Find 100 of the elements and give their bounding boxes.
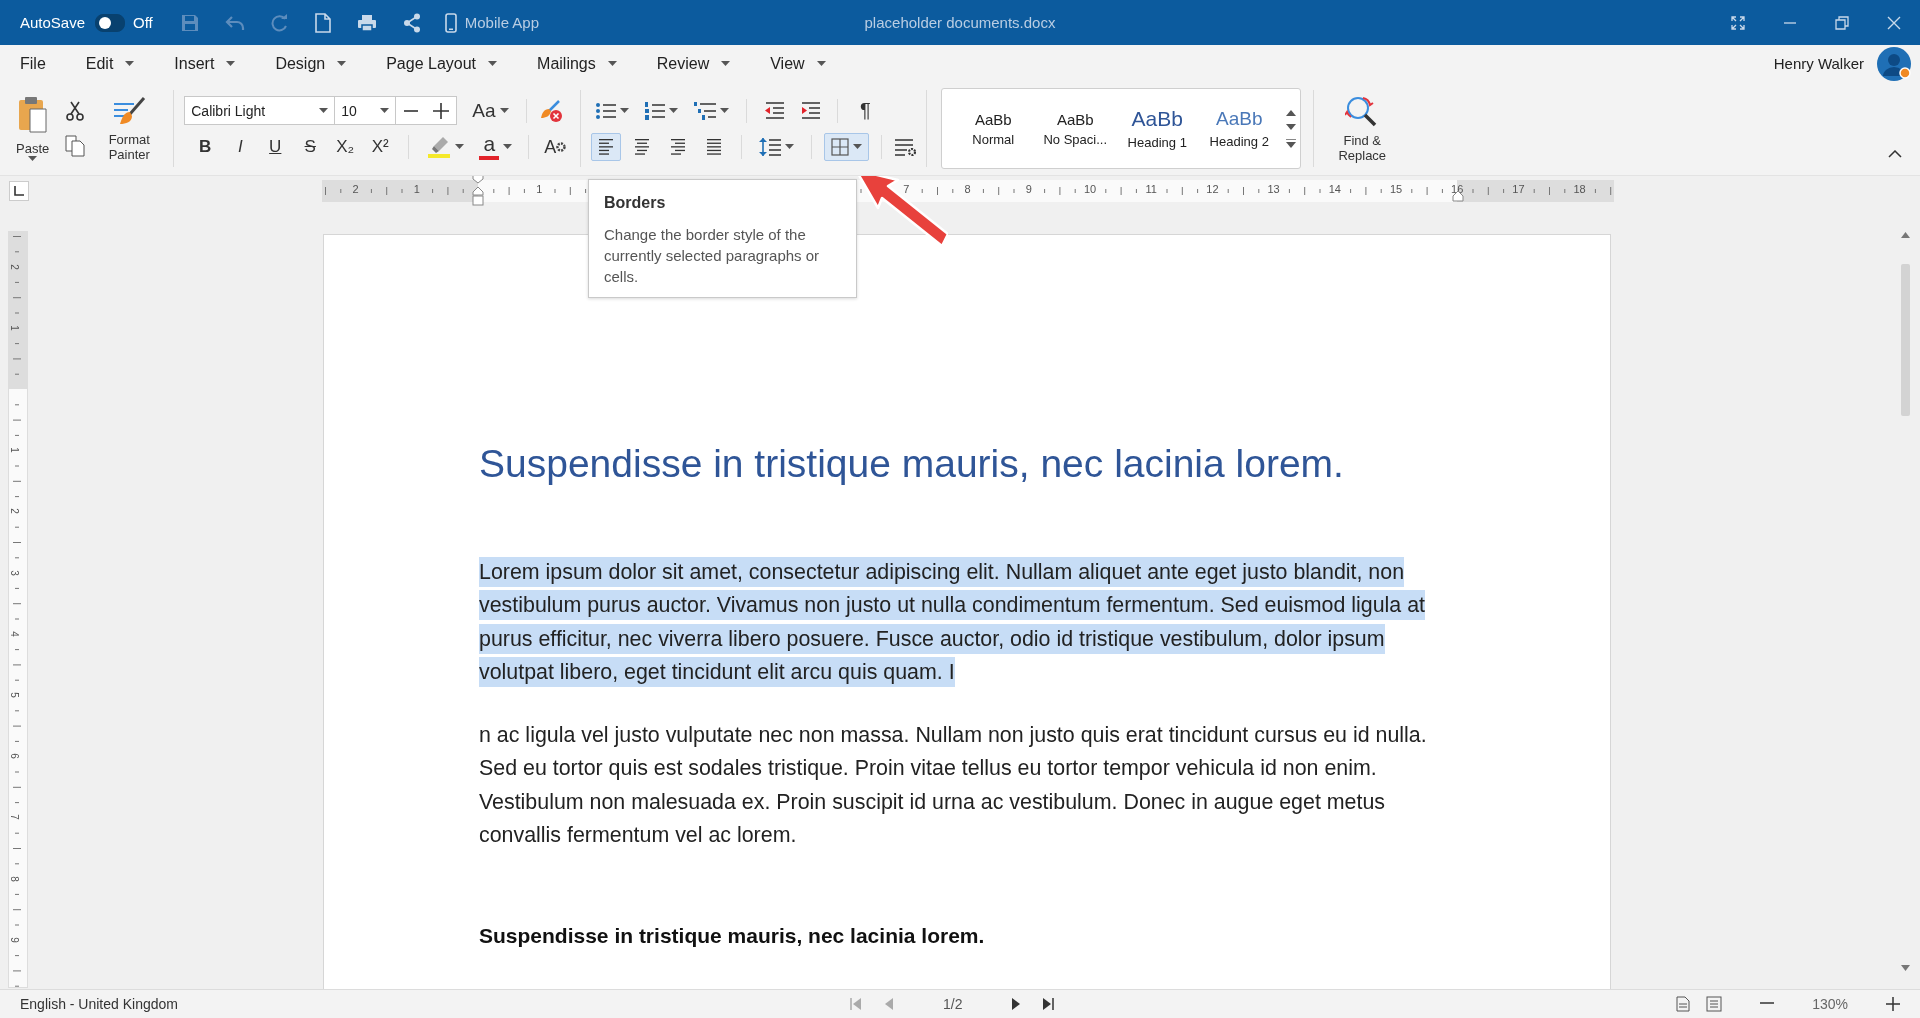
paragraph-settings-icon[interactable] <box>894 137 917 156</box>
ruler-number: 11 <box>1145 183 1157 195</box>
italic-button[interactable]: I <box>225 133 256 161</box>
subscript-button[interactable]: X₂ <box>330 133 361 161</box>
caret-icon[interactable] <box>28 156 38 162</box>
caret-icon[interactable] <box>721 60 731 67</box>
gear-icon <box>556 142 567 152</box>
caret-icon[interactable] <box>319 107 329 114</box>
autosave-toggle[interactable] <box>95 13 126 32</box>
indent-marker[interactable] <box>472 176 484 208</box>
caret-icon[interactable] <box>853 143 863 150</box>
text-effects-button[interactable]: A <box>540 133 571 161</box>
bold-button[interactable]: B <box>190 133 221 161</box>
ruler-number: 13 <box>1267 183 1280 195</box>
close-icon[interactable] <box>1887 15 1901 30</box>
caret-icon[interactable] <box>503 144 513 150</box>
menu-item[interactable]: File <box>10 50 56 77</box>
caret-icon[interactable] <box>455 144 465 150</box>
ruler-number: 15 <box>1389 183 1403 195</box>
borders-button[interactable] <box>824 132 870 161</box>
change-case-button[interactable]: Aa <box>467 96 514 125</box>
scroll-down-icon[interactable] <box>1901 965 1910 971</box>
ruler-number: 9 <box>9 937 21 943</box>
caret-icon[interactable] <box>380 107 390 114</box>
ruler-number: 1 <box>536 183 543 195</box>
style-option[interactable]: AaBb Heading 2 <box>1198 107 1281 150</box>
avatar[interactable] <box>1876 45 1912 82</box>
caret-icon[interactable] <box>785 143 795 150</box>
indent-icon <box>800 101 821 120</box>
caret-icon[interactable] <box>337 60 347 67</box>
restore-icon[interactable] <box>1835 15 1849 30</box>
copy-icon[interactable] <box>65 134 86 157</box>
ruler-number: 7 <box>9 814 21 821</box>
toggle-state: Off <box>133 14 153 31</box>
style-option[interactable]: AaBb Normal <box>952 109 1035 148</box>
font-color-button[interactable]: a <box>474 133 518 161</box>
find-replace-button[interactable]: Find & Replace <box>1328 92 1397 165</box>
menu-item[interactable]: Review <box>646 50 741 77</box>
menu-item[interactable]: View <box>760 50 836 77</box>
phone-icon[interactable] <box>444 12 457 33</box>
ruler-number: 6 <box>9 753 21 759</box>
scroll-up-icon[interactable] <box>1901 232 1910 238</box>
align-left-button[interactable] <box>591 132 622 161</box>
ruler-number: 17 <box>1512 183 1525 195</box>
multilevel-list-icon <box>694 101 717 120</box>
ruler-number: 8 <box>9 875 21 882</box>
caret-icon[interactable] <box>816 60 826 67</box>
caret-icon[interactable] <box>620 107 630 114</box>
underline-button[interactable]: U <box>260 133 291 161</box>
caret-icon[interactable] <box>669 107 679 114</box>
clipboard-icon[interactable] <box>16 95 49 133</box>
zoom-in-icon[interactable] <box>1886 997 1900 1011</box>
menu-item[interactable]: Page Layout <box>376 50 508 77</box>
superscript-button[interactable]: X² <box>365 133 396 161</box>
borders-icon <box>831 137 850 156</box>
fullscreen-icon[interactable] <box>1731 15 1745 30</box>
paste-button[interactable]: Paste <box>12 93 54 164</box>
cut-icon[interactable] <box>66 100 85 121</box>
collapse-ribbon-icon[interactable] <box>1888 150 1902 158</box>
language-status[interactable]: English - United Kingdom <box>20 996 178 1012</box>
zoom-level: 130% <box>1812 996 1848 1012</box>
caret-icon[interactable] <box>226 60 236 67</box>
new-document-icon[interactable] <box>314 12 331 33</box>
more-icon[interactable] <box>1286 139 1297 148</box>
autosave-label: AutoSave <box>20 14 86 31</box>
ruler-number: 3 <box>9 569 21 576</box>
font-size-field[interactable]: 10 <box>335 97 397 124</box>
scroll-up-icon[interactable] <box>1286 109 1297 116</box>
clear-formatting-icon[interactable] <box>538 98 563 123</box>
print-icon[interactable] <box>356 13 377 32</box>
menu-item[interactable]: Mailings <box>527 50 627 77</box>
caret-icon[interactable] <box>607 60 617 67</box>
tab-stop-selector[interactable] <box>9 181 29 201</box>
menu-item[interactable]: Edit <box>75 50 145 77</box>
caret-icon[interactable] <box>125 60 135 67</box>
last-page-icon[interactable] <box>1043 997 1056 1011</box>
style-option[interactable]: AaBb No Spaci... <box>1034 109 1117 148</box>
caret-icon[interactable] <box>488 60 498 67</box>
font-name-field[interactable]: Calibri Light <box>185 97 336 124</box>
strike-button[interactable]: S <box>295 133 326 161</box>
mobile-app-link[interactable]: Mobile App <box>464 14 539 31</box>
tooltip-text: Change the border style of the currently selected paragraphs or cells. <box>604 225 821 287</box>
window-title: placeholder documents.docx <box>864 14 1056 31</box>
print-layout-icon[interactable] <box>1676 996 1691 1012</box>
caret-icon[interactable] <box>720 107 730 114</box>
ruler-number: 9 <box>1025 183 1032 195</box>
share-icon[interactable] <box>402 12 421 33</box>
menu-item[interactable]: Insert <box>164 50 246 77</box>
paragraph: n ac ligula vel justo vulputate nec non massa. Nullam non justo quis erat tincidunt cursus eu id nulla. Sed eu tortor quis est sodales tristique. Proin vitae tellus eu tortor tempor vehicula id non enim. Vestibulum non malesuada ex. Proin suscipit id urna ac vestibulum. Donec in augue eget metus convallis fermentum vel ac lorem. <box>479 722 1428 850</box>
outdent-icon <box>764 101 785 120</box>
ruler-number: 2 <box>9 508 21 515</box>
show-formatting-button[interactable]: ¶ <box>850 96 881 125</box>
scroll-down-icon[interactable] <box>1286 124 1297 131</box>
menu-item[interactable]: Design <box>265 50 357 77</box>
scrollbar-thumb[interactable] <box>1901 264 1910 416</box>
caret-icon[interactable] <box>499 107 509 114</box>
style-option[interactable]: AaBb Heading 1 <box>1116 106 1199 151</box>
format-painter-button[interactable]: Format Painter <box>95 93 164 164</box>
minus-icon <box>404 109 419 112</box>
next-page-icon[interactable] <box>1012 997 1022 1011</box>
